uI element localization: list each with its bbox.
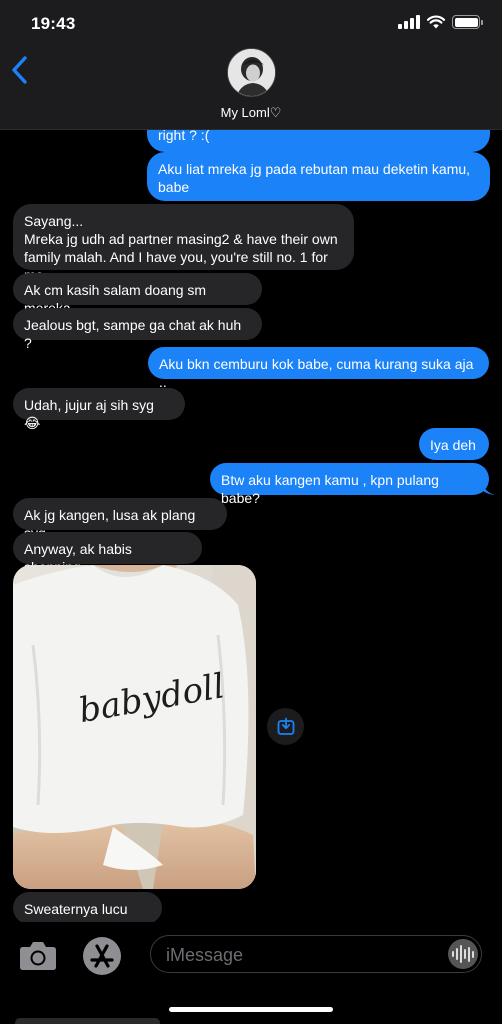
message-text: Sayang... <box>24 213 84 229</box>
status-time: 19:43 <box>31 14 76 33</box>
home-indicator <box>169 1007 333 1012</box>
message-text: Btw aku kangen kamu , kpn pulang babe? <box>221 472 439 506</box>
chevron-left-icon[interactable] <box>6 50 36 90</box>
message-incoming[interactable]: Sweaternya lucu ya? <box>13 892 162 935</box>
message-input[interactable]: iMessage <box>150 935 482 973</box>
message-incoming[interactable]: Anyway, ak habis shopping <box>13 532 202 575</box>
battery-icon <box>452 15 483 29</box>
cellular-signal-icon <box>398 15 420 29</box>
wifi-icon <box>427 15 445 29</box>
message-incoming[interactable]: Ak jg kangen, lusa ak plang syg <box>13 498 227 541</box>
waveform-icon[interactable] <box>448 939 478 969</box>
message-incoming[interactable]: Udah, jujur aj sih syg 😂 <box>13 388 185 431</box>
message-text: Jealous bgt, sampe ga chat ak huh ? <box>24 317 242 351</box>
app-store-icon[interactable] <box>82 936 122 976</box>
message-text: Iya deh <box>430 437 476 453</box>
bubble-tail <box>482 481 495 495</box>
message-incoming[interactable]: Jealous bgt, sampe ga chat ak huh ? <box>13 308 262 351</box>
message-incoming[interactable]: Sayang... Mreka jg udh ad partner masing… <box>13 204 354 283</box>
conversation-header: 19:43 My Loml♡ <box>0 0 502 130</box>
contact-avatar[interactable] <box>227 48 276 97</box>
status-icons <box>398 15 483 29</box>
camera-icon[interactable] <box>19 939 57 971</box>
message-text: babe <box>158 179 190 195</box>
message-outgoing[interactable]: Aku liat mreka jg pada rebutan mau deket… <box>147 152 490 201</box>
message-text: Aku liat mreka jg pada rebutan mau deket… <box>158 161 471 177</box>
app-drawer-peek <box>15 1018 160 1024</box>
message-input-placeholder: iMessage <box>166 945 244 965</box>
message-outgoing[interactable]: Btw aku kangen kamu , kpn pulang babe? <box>210 463 489 506</box>
message-text: Aku bkn cemburu kok babe, cuma kurang su… <box>159 356 474 390</box>
message-incoming[interactable]: Ak cm kasih salam doang sm mereka <box>13 273 262 316</box>
message-text: Mreka jg udh ad partner masing2 & have t… <box>24 231 338 247</box>
message-outgoing[interactable]: Aku bkn cemburu kok babe, cuma kurang su… <box>148 347 489 390</box>
save-to-files-icon[interactable] <box>267 708 304 745</box>
contact-name[interactable]: My Loml♡ <box>0 105 502 121</box>
message-outgoing[interactable]: Iya deh <box>419 428 489 460</box>
message-text: Udah, jujur aj sih syg 😂 <box>24 397 154 431</box>
photo-attachment[interactable]: babydoll <box>13 565 256 889</box>
